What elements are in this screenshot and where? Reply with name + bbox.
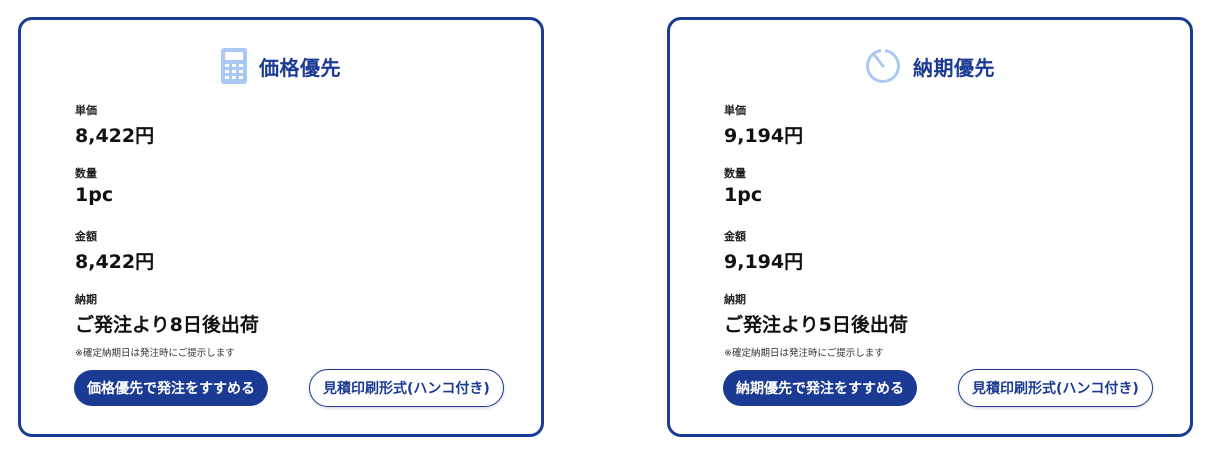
field-label: 金額: [724, 230, 746, 243]
delivery-note: ※確定納期日は発注時にご提示します: [75, 348, 235, 359]
delivery-priority-card: 納期優先 単価 9,194円 数量 1pc 金額 9,194円 納期 ご発注より…: [667, 17, 1193, 437]
amount-field: 金額 9,194円: [724, 226, 1170, 289]
field-value: 1pc: [724, 184, 763, 206]
field-value: 1pc: [75, 184, 114, 206]
price-priority-card: 価格優先 単価 8,422円 数量 1pc 金額 8,422円 納期 ご発注より…: [18, 17, 544, 437]
field-value: 8,422円: [75, 251, 155, 273]
field-value: 8,422円: [75, 125, 155, 147]
delivery-note: ※確定納期日は発注時にご提示します: [724, 348, 884, 359]
field-value: 9,194円: [724, 125, 804, 147]
calculator-icon: [221, 48, 247, 84]
field-value: 9,194円: [724, 251, 804, 273]
order-button[interactable]: 納期優先で発注をすすめる: [723, 370, 917, 406]
field-label: 単価: [724, 104, 746, 117]
quote-fields: 単価 9,194円 数量 1pc 金額 9,194円 納期 ご発注より5日後出荷: [724, 100, 1170, 352]
card-title: 納期優先: [913, 55, 995, 80]
unit-price-field: 単価 9,194円: [724, 100, 1170, 163]
field-label: 数量: [724, 167, 746, 180]
delivery-field: 納期 ご発注より5日後出荷: [724, 289, 1170, 352]
print-quote-button[interactable]: 見積印刷形式(ハンコ付き): [958, 369, 1153, 407]
field-label: 金額: [75, 230, 97, 243]
timer-icon: [865, 48, 901, 84]
unit-price-field: 単価 8,422円: [75, 100, 521, 163]
field-value: ご発注より8日後出荷: [75, 314, 259, 336]
quote-fields: 単価 8,422円 数量 1pc 金額 8,422円 納期 ご発注より8日後出荷: [75, 100, 521, 352]
print-quote-button[interactable]: 見積印刷形式(ハンコ付き): [309, 369, 504, 407]
order-button[interactable]: 価格優先で発注をすすめる: [74, 370, 268, 406]
card-title: 価格優先: [259, 55, 341, 80]
amount-field: 金額 8,422円: [75, 226, 521, 289]
field-label: 納期: [75, 293, 97, 306]
field-label: 納期: [724, 293, 746, 306]
field-label: 単価: [75, 104, 97, 117]
card-header: 価格優先: [21, 46, 541, 86]
quantity-field: 数量 1pc: [75, 163, 521, 226]
delivery-field: 納期 ご発注より8日後出荷: [75, 289, 521, 352]
field-value: ご発注より5日後出荷: [724, 314, 908, 336]
quantity-field: 数量 1pc: [724, 163, 1170, 226]
card-header: 納期優先: [670, 46, 1190, 86]
field-label: 数量: [75, 167, 97, 180]
